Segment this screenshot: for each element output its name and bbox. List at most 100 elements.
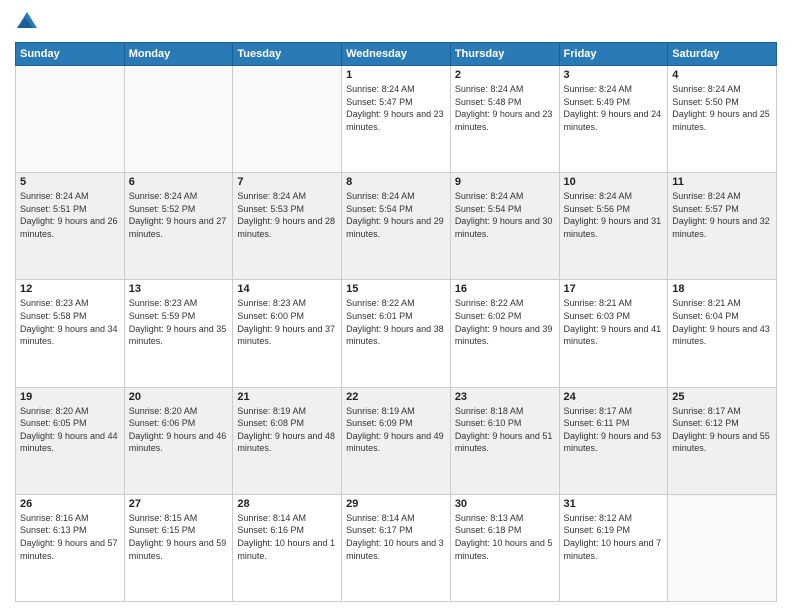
day-number: 5 <box>20 176 120 188</box>
day-number: 22 <box>346 391 446 403</box>
calendar-cell: 16 Sunrise: 8:22 AM Sunset: 6:02 PM Dayli… <box>450 280 559 387</box>
calendar-cell: 22 Sunrise: 8:19 AM Sunset: 6:09 PM Dayli… <box>342 387 451 494</box>
day-info: Sunrise: 8:12 AM Sunset: 6:19 PM Dayligh… <box>564 512 664 562</box>
calendar-cell: 2 Sunrise: 8:24 AM Sunset: 5:48 PM Daylig… <box>450 66 559 173</box>
day-info: Sunrise: 8:20 AM Sunset: 6:05 PM Dayligh… <box>20 405 120 455</box>
weekday-header-row: SundayMondayTuesdayWednesdayThursdayFrid… <box>16 43 777 66</box>
week-row: 5 Sunrise: 8:24 AM Sunset: 5:51 PM Daylig… <box>16 173 777 280</box>
day-number: 16 <box>455 283 555 295</box>
day-number: 10 <box>564 176 664 188</box>
calendar-cell: 5 Sunrise: 8:24 AM Sunset: 5:51 PM Daylig… <box>16 173 125 280</box>
day-info: Sunrise: 8:19 AM Sunset: 6:08 PM Dayligh… <box>237 405 337 455</box>
calendar-cell: 31 Sunrise: 8:12 AM Sunset: 6:19 PM Dayli… <box>559 494 668 601</box>
calendar-cell: 15Sunrise: 8:22 AM Sunset: 6:01 PM Dayli… <box>342 280 451 387</box>
calendar-cell: 21 Sunrise: 8:19 AM Sunset: 6:08 PM Dayli… <box>233 387 342 494</box>
day-info: Sunrise: 8:24 AM Sunset: 5:48 PM Dayligh… <box>455 83 555 133</box>
weekday-header: Monday <box>124 43 233 66</box>
calendar-cell <box>668 494 777 601</box>
calendar-cell: 19Sunrise: 8:20 AM Sunset: 6:05 PM Dayli… <box>16 387 125 494</box>
day-number: 12 <box>20 283 120 295</box>
calendar-cell: 8Sunrise: 8:24 AM Sunset: 5:54 PM Daylig… <box>342 173 451 280</box>
day-info: Sunrise: 8:24 AM Sunset: 5:47 PM Dayligh… <box>346 83 446 133</box>
day-number: 7 <box>237 176 337 188</box>
day-info: Sunrise: 8:22 AM Sunset: 6:01 PM Dayligh… <box>346 297 446 347</box>
calendar-cell: 10 Sunrise: 8:24 AM Sunset: 5:56 PM Dayli… <box>559 173 668 280</box>
day-info: Sunrise: 8:14 AM Sunset: 6:16 PM Dayligh… <box>237 512 337 562</box>
day-number: 29 <box>346 498 446 510</box>
calendar-cell: 28 Sunrise: 8:14 AM Sunset: 6:16 PM Dayli… <box>233 494 342 601</box>
day-number: 3 <box>564 69 664 81</box>
day-info: Sunrise: 8:24 AM Sunset: 5:49 PM Dayligh… <box>564 83 664 133</box>
day-number: 2 <box>455 69 555 81</box>
calendar-cell <box>124 66 233 173</box>
day-info: Sunrise: 8:24 AM Sunset: 5:54 PM Dayligh… <box>455 190 555 240</box>
weekday-header: Thursday <box>450 43 559 66</box>
day-number: 11 <box>672 176 772 188</box>
day-number: 20 <box>129 391 229 403</box>
day-info: Sunrise: 8:18 AM Sunset: 6:10 PM Dayligh… <box>455 405 555 455</box>
day-number: 1 <box>346 69 446 81</box>
calendar-cell: 24 Sunrise: 8:17 AM Sunset: 6:11 PM Dayli… <box>559 387 668 494</box>
week-row: 12 Sunrise: 8:23 AM Sunset: 5:58 PM Dayli… <box>16 280 777 387</box>
week-row: 1 Sunrise: 8:24 AM Sunset: 5:47 PM Daylig… <box>16 66 777 173</box>
day-info: Sunrise: 8:24 AM Sunset: 5:54 PM Dayligh… <box>346 190 446 240</box>
day-info: Sunrise: 8:16 AM Sunset: 6:13 PM Dayligh… <box>20 512 120 562</box>
day-number: 9 <box>455 176 555 188</box>
week-row: 19Sunrise: 8:20 AM Sunset: 6:05 PM Dayli… <box>16 387 777 494</box>
day-number: 27 <box>129 498 229 510</box>
day-info: Sunrise: 8:24 AM Sunset: 5:50 PM Dayligh… <box>672 83 772 133</box>
day-info: Sunrise: 8:14 AM Sunset: 6:17 PM Dayligh… <box>346 512 446 562</box>
day-info: Sunrise: 8:24 AM Sunset: 5:51 PM Dayligh… <box>20 190 120 240</box>
day-info: Sunrise: 8:24 AM Sunset: 5:53 PM Dayligh… <box>237 190 337 240</box>
day-info: Sunrise: 8:23 AM Sunset: 5:58 PM Dayligh… <box>20 297 120 347</box>
day-info: Sunrise: 8:24 AM Sunset: 5:57 PM Dayligh… <box>672 190 772 240</box>
calendar-cell: 7 Sunrise: 8:24 AM Sunset: 5:53 PM Daylig… <box>233 173 342 280</box>
day-info: Sunrise: 8:21 AM Sunset: 6:03 PM Dayligh… <box>564 297 664 347</box>
day-number: 25 <box>672 391 772 403</box>
calendar-cell <box>233 66 342 173</box>
logo <box>15 10 43 34</box>
week-row: 26 Sunrise: 8:16 AM Sunset: 6:13 PM Dayli… <box>16 494 777 601</box>
calendar-cell: 26 Sunrise: 8:16 AM Sunset: 6:13 PM Dayli… <box>16 494 125 601</box>
day-number: 28 <box>237 498 337 510</box>
day-number: 6 <box>129 176 229 188</box>
day-number: 26 <box>20 498 120 510</box>
weekday-header: Saturday <box>668 43 777 66</box>
day-number: 4 <box>672 69 772 81</box>
day-info: Sunrise: 8:17 AM Sunset: 6:12 PM Dayligh… <box>672 405 772 455</box>
day-info: Sunrise: 8:19 AM Sunset: 6:09 PM Dayligh… <box>346 405 446 455</box>
header <box>15 10 777 34</box>
calendar-cell <box>16 66 125 173</box>
day-number: 31 <box>564 498 664 510</box>
calendar-cell: 23 Sunrise: 8:18 AM Sunset: 6:10 PM Dayli… <box>450 387 559 494</box>
day-info: Sunrise: 8:21 AM Sunset: 6:04 PM Dayligh… <box>672 297 772 347</box>
page: SundayMondayTuesdayWednesdayThursdayFrid… <box>0 0 792 612</box>
day-number: 18 <box>672 283 772 295</box>
day-info: Sunrise: 8:24 AM Sunset: 5:56 PM Dayligh… <box>564 190 664 240</box>
day-number: 13 <box>129 283 229 295</box>
day-number: 23 <box>455 391 555 403</box>
day-info: Sunrise: 8:17 AM Sunset: 6:11 PM Dayligh… <box>564 405 664 455</box>
day-info: Sunrise: 8:23 AM Sunset: 6:00 PM Dayligh… <box>237 297 337 347</box>
calendar-cell: 29 Sunrise: 8:14 AM Sunset: 6:17 PM Dayli… <box>342 494 451 601</box>
calendar-cell: 6 Sunrise: 8:24 AM Sunset: 5:52 PM Daylig… <box>124 173 233 280</box>
weekday-header: Tuesday <box>233 43 342 66</box>
day-info: Sunrise: 8:22 AM Sunset: 6:02 PM Dayligh… <box>455 297 555 347</box>
day-info: Sunrise: 8:15 AM Sunset: 6:15 PM Dayligh… <box>129 512 229 562</box>
day-number: 24 <box>564 391 664 403</box>
weekday-header: Sunday <box>16 43 125 66</box>
calendar-cell: 1 Sunrise: 8:24 AM Sunset: 5:47 PM Daylig… <box>342 66 451 173</box>
day-number: 21 <box>237 391 337 403</box>
day-info: Sunrise: 8:24 AM Sunset: 5:52 PM Dayligh… <box>129 190 229 240</box>
day-info: Sunrise: 8:23 AM Sunset: 5:59 PM Dayligh… <box>129 297 229 347</box>
calendar-cell: 20 Sunrise: 8:20 AM Sunset: 6:06 PM Dayli… <box>124 387 233 494</box>
logo-icon <box>15 10 39 34</box>
day-number: 17 <box>564 283 664 295</box>
calendar-cell: 9 Sunrise: 8:24 AM Sunset: 5:54 PM Daylig… <box>450 173 559 280</box>
calendar-cell: 17 Sunrise: 8:21 AM Sunset: 6:03 PM Dayli… <box>559 280 668 387</box>
day-number: 30 <box>455 498 555 510</box>
calendar-cell: 13 Sunrise: 8:23 AM Sunset: 5:59 PM Dayli… <box>124 280 233 387</box>
calendar-cell: 14Sunrise: 8:23 AM Sunset: 6:00 PM Dayli… <box>233 280 342 387</box>
day-info: Sunrise: 8:20 AM Sunset: 6:06 PM Dayligh… <box>129 405 229 455</box>
calendar-cell: 27 Sunrise: 8:15 AM Sunset: 6:15 PM Dayli… <box>124 494 233 601</box>
